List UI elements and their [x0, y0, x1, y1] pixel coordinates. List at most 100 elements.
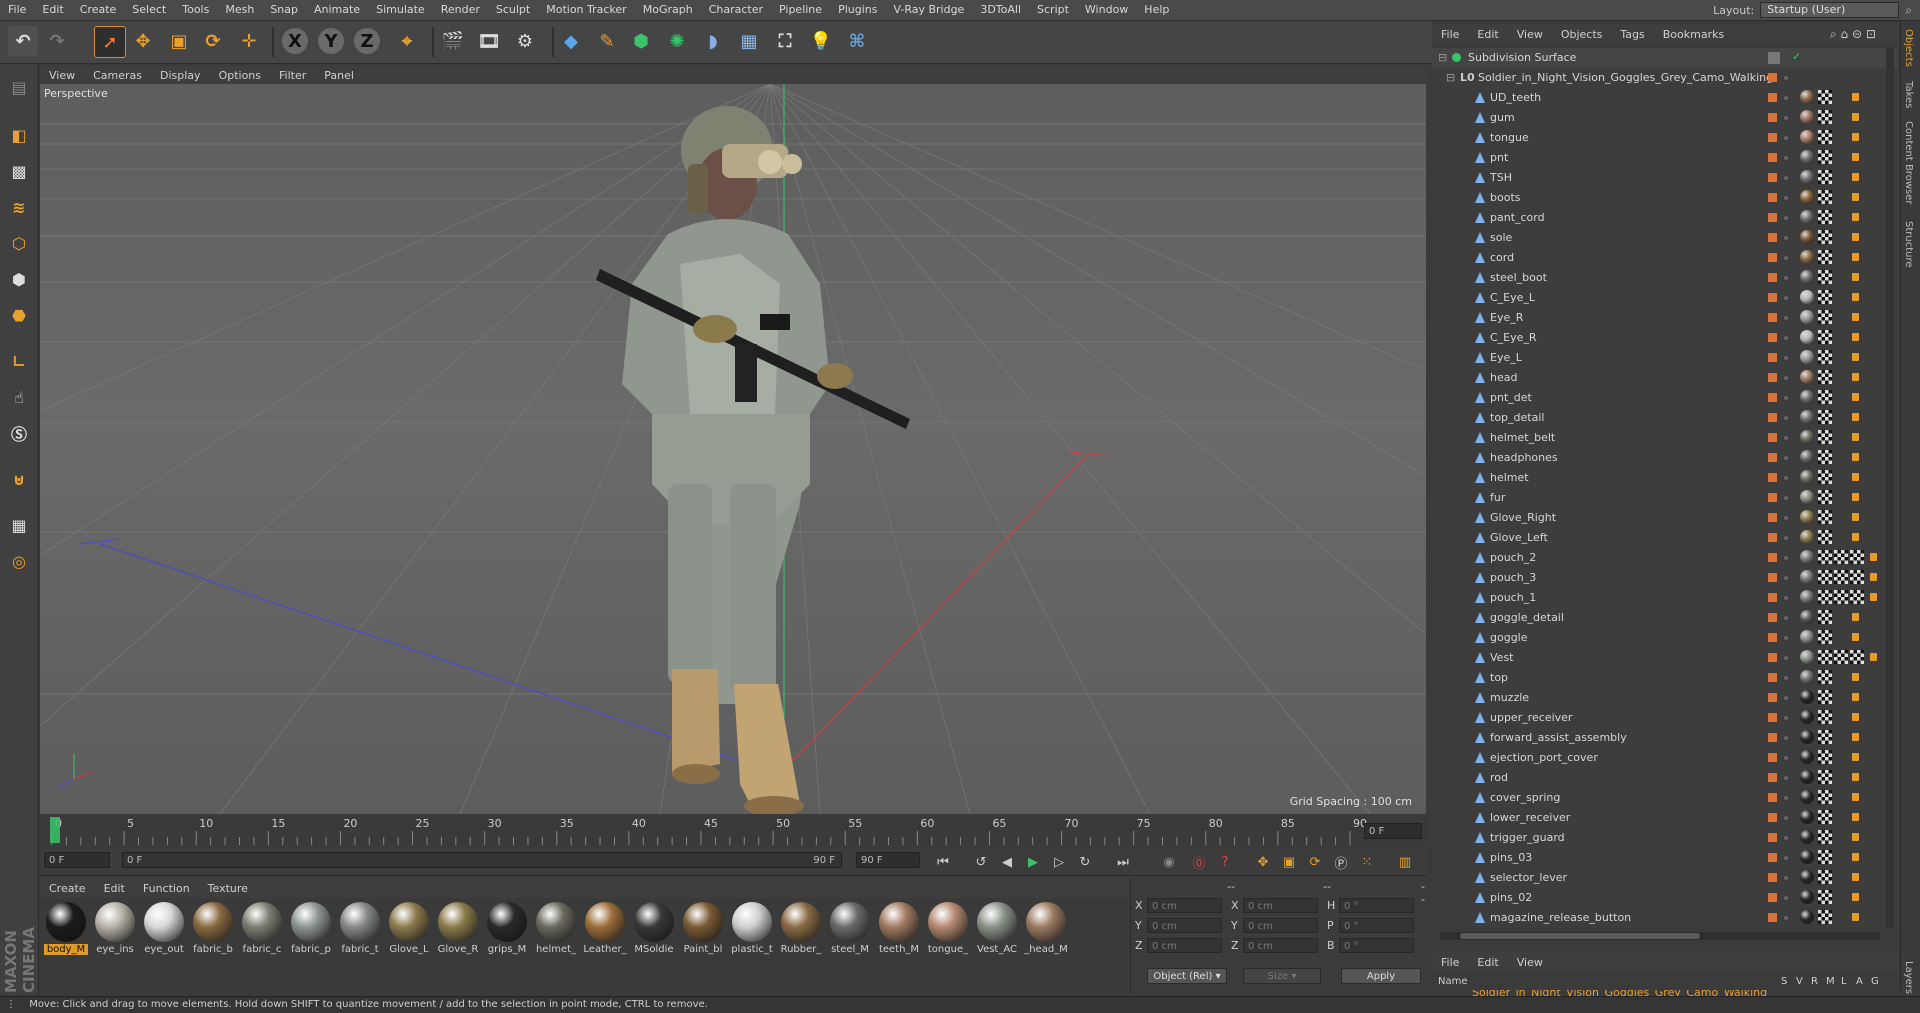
- texture-mode-icon[interactable]: ▩: [4, 156, 34, 186]
- rotate-icon[interactable]: ⟳: [198, 26, 228, 56]
- vp-menu-filter[interactable]: Filter: [270, 69, 315, 82]
- object-manager-horizontal-scrollbar[interactable]: [1440, 932, 1880, 940]
- material-swatch[interactable]: MSoldie: [632, 902, 676, 960]
- phong-tag[interactable]: [1852, 233, 1859, 241]
- cube-icon[interactable]: ◆: [556, 26, 586, 56]
- material-tag[interactable]: [1800, 390, 1814, 404]
- menu-animate[interactable]: Animate: [306, 0, 368, 20]
- object-row[interactable]: rod: [1432, 768, 1898, 788]
- object-row[interactable]: UD_teeth: [1432, 88, 1898, 108]
- object-row[interactable]: Glove_Left: [1432, 528, 1898, 548]
- object-row[interactable]: Vest: [1432, 648, 1898, 668]
- layer-swatch[interactable]: [1768, 633, 1777, 642]
- visibility-dot[interactable]: [1784, 236, 1788, 240]
- phong-tag[interactable]: [1852, 213, 1859, 221]
- visibility-dot[interactable]: [1784, 76, 1788, 80]
- layer-swatch[interactable]: [1768, 153, 1777, 162]
- layer-swatch[interactable]: [1768, 233, 1777, 242]
- layout-select[interactable]: Startup (User): [1760, 2, 1900, 18]
- texture-tag[interactable]: [1818, 730, 1832, 744]
- phong-tag[interactable]: [1852, 833, 1859, 841]
- texture-tag[interactable]: [1818, 450, 1832, 464]
- material-tag[interactable]: [1800, 630, 1814, 644]
- phong-tag[interactable]: [1852, 513, 1859, 521]
- next-frame-icon[interactable]: ▷: [1048, 852, 1070, 872]
- autokey-icon[interactable]: ⓪: [1188, 852, 1210, 872]
- visibility-dot[interactable]: [1784, 336, 1788, 340]
- material-swatch[interactable]: Rubber_: [779, 902, 823, 960]
- visibility-dot[interactable]: [1784, 876, 1788, 880]
- layer-column-m[interactable]: M: [1826, 976, 1835, 987]
- visibility-dot[interactable]: [1784, 276, 1788, 280]
- layer-column-g[interactable]: G: [1871, 976, 1879, 987]
- right-tab-takes[interactable]: Takes: [1903, 81, 1914, 108]
- timeline-scheme-icon[interactable]: ▥: [1394, 852, 1416, 872]
- material-tag[interactable]: [1800, 530, 1814, 544]
- phong-tag[interactable]: [1852, 353, 1859, 361]
- object-row[interactable]: pouch_1: [1432, 588, 1898, 608]
- coord-field[interactable]: 0 °: [1339, 938, 1414, 953]
- om-menu-file[interactable]: File: [1432, 28, 1468, 41]
- light-icon[interactable]: 💡: [806, 26, 836, 56]
- texture-tag[interactable]: [1818, 290, 1832, 304]
- object-row[interactable]: Glove_Right: [1432, 508, 1898, 528]
- visibility-dot[interactable]: [1784, 556, 1788, 560]
- visibility-dot[interactable]: [1784, 856, 1788, 860]
- right-tab-structure[interactable]: Structure: [1903, 221, 1914, 268]
- object-row-group[interactable]: ⊟ L0 Soldier_in_Night_Vision_Goggles_Gre…: [1432, 68, 1898, 88]
- axis-mode-icon[interactable]: ∟: [4, 346, 34, 376]
- live-selection-icon[interactable]: ➚: [94, 26, 126, 58]
- lm-menu-view[interactable]: View: [1508, 956, 1552, 969]
- soldier-model[interactable]: [596, 106, 910, 814]
- layer-swatch[interactable]: [1768, 893, 1777, 902]
- undo-icon[interactable]: ↶: [8, 26, 38, 56]
- menu-file[interactable]: File: [0, 0, 34, 20]
- mat-menu-texture[interactable]: Texture: [199, 882, 257, 895]
- magnet-icon[interactable]: ⊍: [4, 464, 34, 494]
- right-tab-content-browser[interactable]: Content Browser: [1903, 121, 1914, 204]
- object-row[interactable]: steel_boot: [1432, 268, 1898, 288]
- texture-tag[interactable]: [1818, 530, 1832, 544]
- material-tag[interactable]: [1800, 770, 1814, 784]
- object-row[interactable]: ejection_port_cover: [1432, 748, 1898, 768]
- material-tag[interactable]: [1800, 830, 1814, 844]
- z-axis-lock[interactable]: Z: [354, 28, 380, 54]
- timeline[interactable]: 051015202530354045505560657075808590 0 F: [40, 815, 1426, 847]
- object-row[interactable]: fur: [1432, 488, 1898, 508]
- phong-tag[interactable]: [1852, 693, 1859, 701]
- texture-tag[interactable]: [1818, 330, 1832, 344]
- layer-swatch[interactable]: [1768, 373, 1777, 382]
- phong-tag[interactable]: [1852, 373, 1859, 381]
- object-row[interactable]: helmet_belt: [1432, 428, 1898, 448]
- scroll-thumb[interactable]: [1460, 933, 1700, 939]
- layer-swatch[interactable]: [1768, 473, 1777, 482]
- phong-tag[interactable]: [1870, 553, 1877, 561]
- texture-tag[interactable]: [1818, 430, 1832, 444]
- phong-tag[interactable]: [1852, 153, 1859, 161]
- material-swatch[interactable]: Paint_bl: [681, 902, 725, 960]
- material-swatch[interactable]: helmet_: [534, 902, 578, 960]
- subdivision-surface-icon[interactable]: ⬢: [626, 26, 656, 56]
- coord-field[interactable]: 0 cm: [1243, 898, 1318, 913]
- texture-tag[interactable]: [1850, 550, 1864, 564]
- layer-swatch[interactable]: [1768, 453, 1777, 462]
- phong-tag[interactable]: [1852, 453, 1859, 461]
- layer-swatch[interactable]: [1768, 513, 1777, 522]
- object-row[interactable]: pins_02: [1432, 888, 1898, 908]
- om-menu-tags[interactable]: Tags: [1611, 28, 1653, 41]
- material-swatch[interactable]: _head_M: [1024, 902, 1068, 960]
- material-swatch[interactable]: body_M: [44, 902, 88, 960]
- mat-menu-edit[interactable]: Edit: [95, 882, 134, 895]
- object-row[interactable]: pouch_3: [1432, 568, 1898, 588]
- object-manager-vertical-scrollbar[interactable]: [1886, 48, 1894, 928]
- visibility-dot[interactable]: [1784, 796, 1788, 800]
- object-row[interactable]: pouch_2: [1432, 548, 1898, 568]
- layer-swatch[interactable]: [1768, 313, 1777, 322]
- vp-menu-cameras[interactable]: Cameras: [84, 69, 151, 82]
- material-swatch[interactable]: Vest_AC: [975, 902, 1019, 960]
- phong-tag[interactable]: [1852, 753, 1859, 761]
- menu-mesh[interactable]: Mesh: [217, 0, 262, 20]
- texture-tag[interactable]: [1818, 890, 1832, 904]
- redo-icon[interactable]: ↷: [42, 26, 72, 56]
- texture-tag[interactable]: [1818, 870, 1832, 884]
